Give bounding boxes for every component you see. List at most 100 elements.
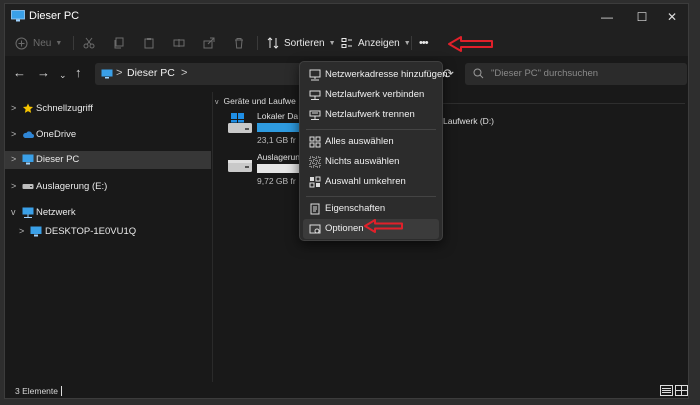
sidebar-item-label: Auslagerung (E:) (36, 181, 108, 192)
select-all-icon (309, 136, 321, 148)
menu-item-label: Auswahl umkehren (325, 176, 406, 187)
scissors-icon (83, 37, 95, 49)
sort-button[interactable]: Sortieren ▼ (267, 34, 336, 52)
chevron-right-icon[interactable]: > (11, 181, 16, 191)
chevron-down-icon: ▼ (55, 39, 63, 47)
delete-button[interactable] (233, 34, 245, 52)
network-icon (22, 207, 34, 218)
menu-item-select-all[interactable]: Alles auswählen (303, 132, 439, 152)
section-title: Geräte und Laufwe (223, 96, 296, 106)
chevron-down-icon: v (215, 99, 219, 106)
sidebar-item-this-pc[interactable]: > Dieser PC (5, 151, 211, 169)
menu-item-label: Nichts auswählen (325, 156, 400, 167)
toolbar-divider (257, 36, 258, 50)
breadcrumb-separator[interactable]: > (181, 67, 187, 79)
command-bar: Neu ▼ Sortieren ▼ Anzeigen ▼ ••• (5, 30, 688, 57)
toolbar-divider (411, 36, 412, 50)
sidebar-item-label: Dieser PC (36, 154, 80, 165)
annotation-arrow-icon (364, 219, 403, 233)
disconnect-drive-icon (309, 110, 321, 120)
details-view-icon[interactable] (660, 385, 673, 396)
windows-drive-icon (228, 113, 252, 133)
share-icon (203, 37, 215, 49)
title-bar: Dieser PC — ☐ ✕ (5, 4, 688, 30)
copy-button[interactable] (113, 34, 125, 52)
menu-item-add-network-location[interactable]: Netzwerkadresse hinzufügen (303, 65, 448, 85)
monitor-icon (30, 226, 42, 237)
sidebar-item-desktop-computer[interactable]: > DESKTOP-1E0VU1Q (5, 223, 211, 241)
clipboard-icon (144, 38, 154, 49)
drive-name-d[interactable]: Laufwerk (D:) (443, 116, 494, 126)
chevron-right-icon[interactable]: > (11, 103, 16, 113)
menu-item-properties[interactable]: Eigenschaften (303, 199, 439, 219)
view-button[interactable]: Anzeigen ▼ (341, 34, 411, 52)
toolbar-divider (73, 36, 74, 50)
view-icon (341, 38, 352, 48)
new-button-label: Neu (33, 37, 52, 49)
status-bar: 3 Elemente (5, 382, 688, 398)
drive-name: Lokaler Da (257, 111, 299, 121)
chevron-right-icon[interactable]: > (11, 154, 16, 164)
breadcrumb-separator[interactable]: > (116, 67, 122, 79)
view-button-label: Anzeigen (358, 37, 400, 49)
new-button[interactable]: Neu ▼ (15, 34, 62, 52)
chevron-right-icon[interactable]: > (19, 226, 24, 236)
drive-free-space: 23,1 GB fr (257, 135, 296, 145)
pane-divider[interactable] (212, 92, 213, 382)
more-options-button[interactable]: ••• (419, 34, 429, 52)
breadcrumb-this-pc[interactable]: Dieser PC (127, 67, 175, 79)
menu-item-map-network-drive[interactable]: Netzlaufwerk verbinden (303, 85, 439, 105)
menu-item-label: Eigenschaften (325, 203, 386, 214)
chevron-right-icon[interactable]: > (11, 129, 16, 139)
select-none-icon (309, 156, 321, 168)
search-placeholder: "Dieser PC" durchsuchen (491, 68, 599, 79)
sidebar-item-quick-access[interactable]: > Schnellzugriff (5, 100, 211, 118)
section-header-devices[interactable]: v Geräte und Laufwe (215, 96, 296, 106)
item-count: 3 Elemente (15, 386, 58, 396)
menu-item-invert-selection[interactable]: Auswahl umkehren (303, 172, 439, 192)
sidebar-item-label: Schnellzugriff (36, 103, 93, 114)
menu-item-select-none[interactable]: Nichts auswählen (303, 152, 439, 172)
network-location-icon (309, 69, 321, 81)
drive-free-space: 9,72 GB fr (257, 176, 296, 186)
navigation-pane: > Schnellzugriff > OneDrive > Dieser PC … (5, 92, 211, 382)
tiles-view-icon[interactable] (675, 385, 688, 396)
properties-icon (310, 203, 320, 215)
drive-icon (22, 184, 34, 189)
paste-button[interactable] (143, 34, 155, 52)
menu-item-label: Optionen (325, 223, 364, 234)
back-button[interactable]: ← (13, 66, 26, 80)
plus-circle-icon (15, 37, 28, 49)
search-icon (473, 68, 484, 79)
map-drive-icon (309, 90, 321, 100)
monitor-icon (101, 69, 113, 79)
window-title: Dieser PC (29, 10, 80, 22)
sidebar-item-network[interactable]: v Netzwerk (5, 204, 211, 222)
minimize-button[interactable]: — (590, 4, 624, 30)
menu-item-label: Netzlaufwerk verbinden (325, 89, 425, 100)
search-box[interactable]: "Dieser PC" durchsuchen (465, 63, 687, 85)
forward-button[interactable]: → (37, 66, 50, 80)
menu-separator (306, 129, 436, 130)
share-button[interactable] (203, 34, 215, 52)
invert-selection-icon (309, 176, 321, 188)
rename-icon (173, 39, 185, 47)
sidebar-item-onedrive[interactable]: > OneDrive (5, 126, 211, 144)
up-button[interactable]: ↑ (75, 66, 82, 80)
trash-icon (235, 38, 243, 49)
rename-button[interactable] (173, 34, 185, 52)
maximize-button[interactable]: ☐ (625, 4, 659, 30)
menu-item-disconnect-network-drive[interactable]: Netzlaufwerk trennen (303, 105, 439, 125)
cloud-icon (23, 131, 34, 138)
chevron-down-icon: ▼ (403, 39, 411, 47)
more-options-menu: Netzwerkadresse hinzufügen Netzlaufwerk … (299, 61, 448, 241)
sidebar-item-swap-drive[interactable]: > Auslagerung (E:) (5, 178, 211, 196)
recent-locations-button[interactable]: ⌄ (59, 68, 67, 82)
chevron-down-icon[interactable]: v (11, 207, 16, 217)
close-button[interactable]: ✕ (655, 4, 688, 30)
menu-item-label: Alles auswählen (325, 136, 394, 147)
sidebar-item-label: Netzwerk (36, 207, 76, 218)
sidebar-item-label: DESKTOP-1E0VU1Q (45, 226, 137, 237)
cut-button[interactable] (83, 34, 95, 52)
status-caret (61, 386, 62, 396)
